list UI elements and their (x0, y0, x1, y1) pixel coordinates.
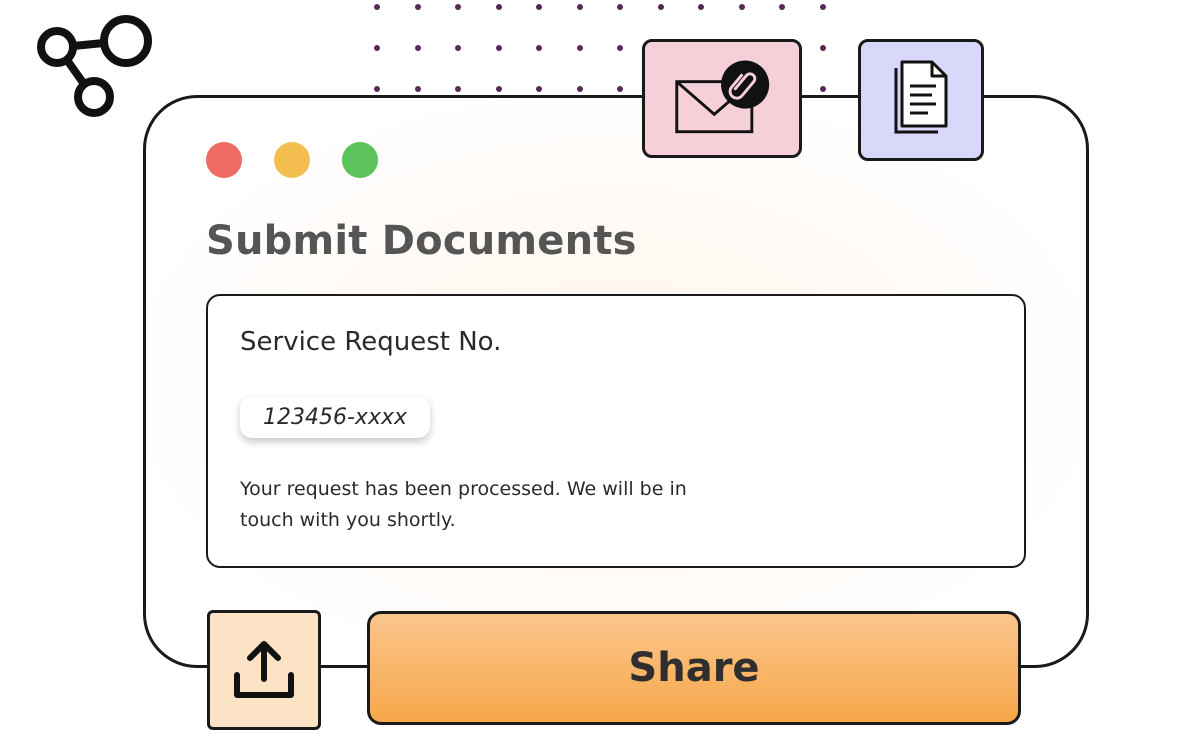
documents-icon (894, 60, 948, 134)
pattern-dot (455, 45, 461, 51)
page-title: Submit Documents (206, 218, 637, 264)
share-button[interactable]: Share (367, 611, 1021, 725)
pattern-dot (495, 45, 502, 51)
documents-tile[interactable] (858, 39, 984, 161)
pattern-dot (455, 86, 461, 92)
pattern-dot (576, 45, 583, 51)
pattern-dot (819, 4, 826, 10)
pattern-dot (414, 45, 421, 51)
pattern-dot (738, 4, 745, 10)
pattern-dot (495, 4, 502, 10)
pattern-dot (779, 4, 785, 10)
pattern-dot (819, 86, 826, 92)
pattern-dot (536, 4, 542, 10)
pattern-dot (819, 45, 826, 51)
pattern-dot (617, 86, 623, 92)
request-number-badge[interactable]: 123456-xxxx (240, 396, 430, 438)
pattern-dot (617, 4, 623, 10)
pattern-dot (374, 45, 380, 51)
pattern-dot (617, 45, 623, 51)
status-message: Your request has been processed. We will… (240, 478, 687, 531)
window-close-control[interactable] (206, 142, 242, 178)
share-nodes-icon (37, 15, 152, 117)
pattern-dot (374, 86, 380, 92)
upload-button[interactable] (207, 610, 321, 730)
pattern-dot (455, 4, 461, 10)
pattern-dot (536, 86, 542, 92)
pattern-dot (495, 86, 502, 92)
pattern-dot (698, 4, 704, 10)
submit-documents-illustration: Submit Documents Service Request No. 123… (0, 0, 1196, 752)
email-attachment-tile[interactable] (642, 39, 802, 158)
pattern-dot (536, 45, 542, 51)
pattern-dot (414, 86, 421, 92)
pattern-dot (576, 86, 583, 92)
envelope-attachment-icon (675, 60, 770, 134)
pattern-dot (576, 4, 583, 10)
pattern-dot (657, 4, 664, 10)
window-maximize-control[interactable] (342, 142, 378, 178)
window-minimize-control[interactable] (274, 142, 310, 178)
upload-icon (234, 641, 294, 698)
pattern-dot (374, 4, 380, 10)
request-label: Service Request No. (240, 327, 502, 357)
pattern-dot (414, 4, 421, 10)
